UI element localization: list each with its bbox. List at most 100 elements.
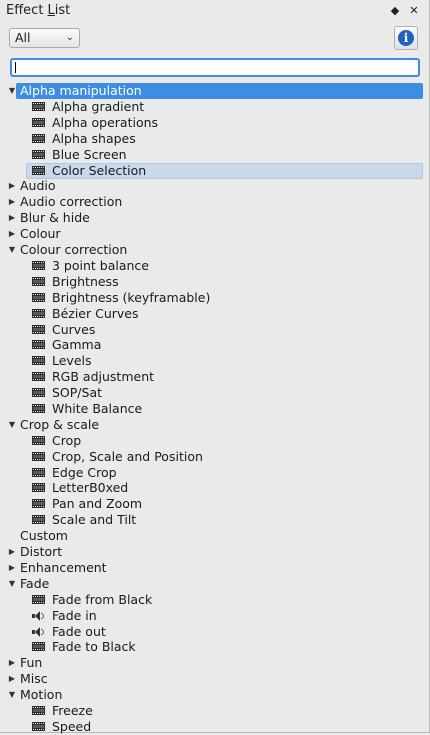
info-button[interactable]: i (394, 26, 418, 50)
effect-label: Fade in (52, 608, 97, 623)
film-icon (32, 515, 45, 525)
collapsed-arrow-icon[interactable]: ▶ (7, 544, 17, 560)
effect-label: RGB adjustment (52, 369, 155, 384)
category-label: Enhancement (20, 560, 107, 575)
film-icon (32, 404, 45, 414)
effect-item[interactable]: Fade from Black (0, 592, 425, 608)
collapsed-arrow-icon[interactable]: ▶ (7, 671, 17, 687)
film-icon (32, 722, 45, 732)
category-label: Motion (20, 687, 63, 702)
effect-item[interactable]: Scale and Tilt (0, 512, 425, 528)
collapsed-arrow-icon[interactable]: ▶ (7, 226, 17, 242)
category-row[interactable]: ▶ Colour (0, 226, 425, 242)
effect-item[interactable]: Fade out (0, 624, 425, 640)
expanded-arrow-icon[interactable]: ▼ (7, 687, 17, 703)
chevron-down-icon: ⌄ (65, 32, 74, 43)
category-row[interactable]: ▶ Fun (0, 655, 425, 671)
effect-label: SOP/Sat (52, 385, 103, 400)
effect-item[interactable]: Brightness (0, 274, 425, 290)
category-row[interactable]: Custom (0, 528, 425, 544)
category-row[interactable]: ▶ Blur & hide (0, 210, 425, 226)
collapsed-arrow-icon[interactable]: ▶ (7, 194, 17, 210)
search-input[interactable] (10, 58, 420, 77)
effect-item[interactable]: Crop (0, 433, 425, 449)
film-icon (32, 436, 45, 446)
collapsed-arrow-icon[interactable]: ▶ (7, 178, 17, 194)
film-icon (32, 356, 45, 366)
category-row[interactable]: ▼ Motion (0, 687, 425, 703)
category-row[interactable]: ▼ Alpha manipulation (0, 83, 425, 99)
effect-item[interactable]: White Balance (0, 401, 425, 417)
effect-label: Brightness (52, 274, 119, 289)
category-label: Fade (20, 576, 50, 591)
effect-label: Fade to Black (52, 639, 136, 654)
category-row[interactable]: ▼ Fade (0, 576, 425, 592)
effect-item[interactable]: Freeze (0, 703, 425, 719)
close-icon[interactable]: ✕ (407, 4, 421, 18)
effect-item[interactable]: Bézier Curves (0, 306, 425, 322)
category-label: Audio (20, 178, 56, 193)
category-row[interactable]: ▶ Audio correction (0, 194, 425, 210)
effect-item[interactable]: 3 point balance (0, 258, 425, 274)
category-label: Custom (20, 528, 68, 543)
category-row[interactable]: ▶ Misc (0, 671, 425, 687)
film-icon (32, 340, 45, 350)
effect-item[interactable]: Fade in (0, 608, 425, 624)
effect-item[interactable]: Alpha gradient (0, 99, 425, 115)
float-panel-icon[interactable]: ◆ (388, 4, 402, 18)
effect-item[interactable]: Crop, Scale and Position (0, 449, 425, 465)
film-icon (32, 309, 45, 319)
category-row[interactable]: ▶ Audio (0, 178, 425, 194)
effect-item[interactable]: Color Selection (0, 163, 425, 179)
filter-selected-value: All (15, 30, 31, 45)
effect-item[interactable]: Curves (0, 322, 425, 338)
effect-item[interactable]: Blue Screen (0, 147, 425, 163)
collapsed-arrow-icon[interactable]: ▶ (7, 655, 17, 671)
effect-item[interactable]: Gamma (0, 337, 425, 353)
film-icon (32, 499, 45, 509)
effect-label: Edge Crop (52, 465, 117, 480)
effect-item[interactable]: Edge Crop (0, 465, 425, 481)
category-row[interactable]: ▶ Enhancement (0, 560, 425, 576)
speaker-icon (32, 611, 45, 621)
effect-item[interactable]: Pan and Zoom (0, 496, 425, 512)
category-label: Misc (20, 671, 48, 686)
effect-item[interactable]: Alpha shapes (0, 131, 425, 147)
effect-label: Crop, Scale and Position (52, 449, 203, 464)
effect-item[interactable]: Fade to Black (0, 639, 425, 655)
effect-list-panel: Effect List ◆ ✕ All ⌄ i ▼ Alpha manipulat… (0, 0, 430, 734)
collapsed-arrow-icon[interactable]: ▶ (7, 560, 17, 576)
effect-item[interactable]: SOP/Sat (0, 385, 425, 401)
effect-label: LetterB0xed (52, 480, 129, 495)
category-row[interactable]: ▼ Colour correction (0, 242, 425, 258)
expanded-arrow-icon[interactable]: ▼ (7, 83, 17, 99)
effect-label: White Balance (52, 401, 143, 416)
effect-label: Blue Screen (52, 147, 127, 162)
title-bar: Effect List ◆ ✕ (0, 0, 430, 22)
film-icon (32, 468, 45, 478)
film-icon (32, 118, 45, 128)
speaker-icon (32, 627, 45, 637)
effect-label: Alpha operations (52, 115, 159, 130)
effect-label: Color Selection (52, 163, 147, 178)
category-label: Colour correction (20, 242, 128, 257)
category-row[interactable]: ▶ Distort (0, 544, 425, 560)
collapsed-arrow-icon[interactable]: ▶ (7, 210, 17, 226)
expanded-arrow-icon[interactable]: ▼ (7, 417, 17, 433)
category-filter-select[interactable]: All ⌄ (9, 28, 80, 48)
text-cursor (15, 62, 16, 73)
category-row[interactable]: ▼ Crop & scale (0, 417, 425, 433)
effect-label: Curves (52, 322, 96, 337)
effect-label: Scale and Tilt (52, 512, 137, 527)
film-icon (32, 388, 45, 398)
expanded-arrow-icon[interactable]: ▼ (7, 576, 17, 592)
expanded-arrow-icon[interactable]: ▼ (7, 242, 17, 258)
effect-item[interactable]: Alpha operations (0, 115, 425, 131)
effect-label: Fade from Black (52, 592, 153, 607)
effect-item[interactable]: Brightness (keyframable) (0, 290, 425, 306)
category-label: Crop & scale (20, 417, 100, 432)
effect-item[interactable]: RGB adjustment (0, 369, 425, 385)
effect-item[interactable]: LetterB0xed (0, 480, 425, 496)
film-icon (32, 706, 45, 716)
effect-item[interactable]: Levels (0, 353, 425, 369)
